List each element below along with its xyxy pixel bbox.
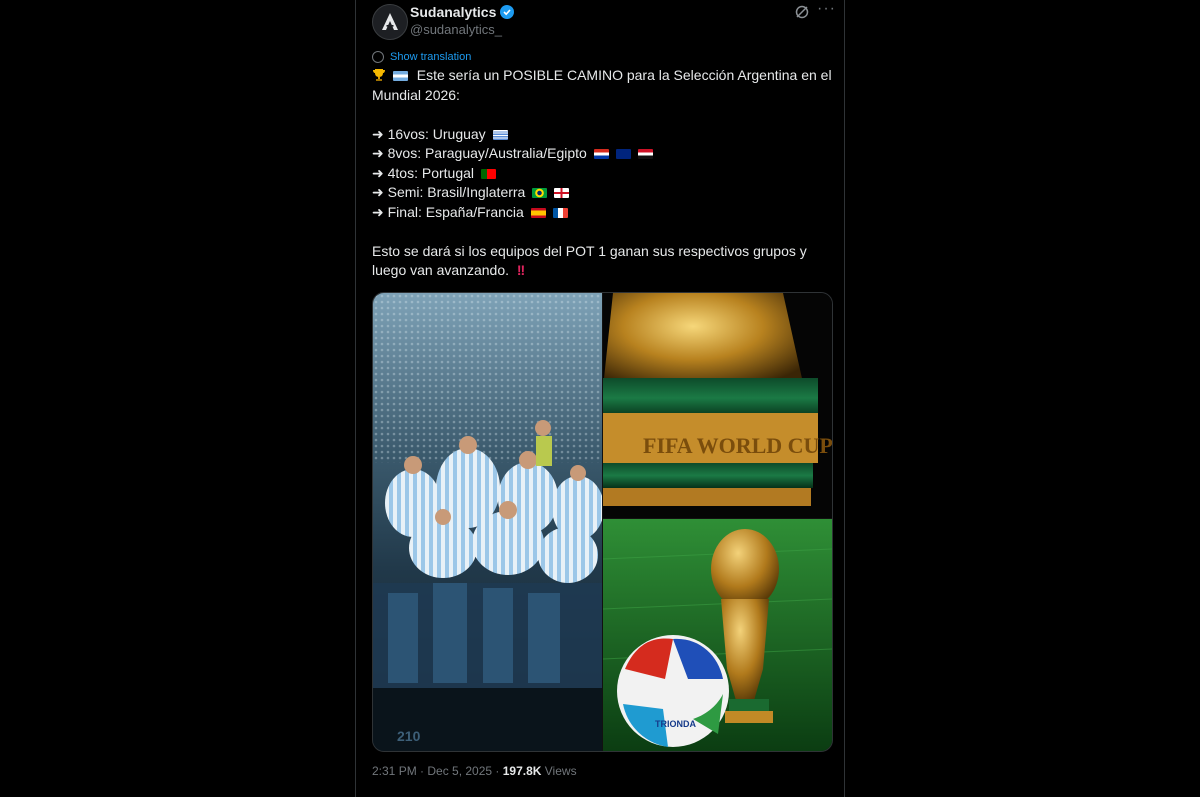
tweet-line: ➜ 8vos: Paraguay/Australia/Egipto — [372, 144, 827, 164]
flag-france-icon — [552, 207, 568, 218]
tweet-media-grid[interactable]: 210 FIFA WORLD CUP TRIONDA — [372, 292, 833, 752]
flag-paraguay-icon — [593, 149, 609, 159]
argentina-team-celebration-image[interactable]: 210 — [373, 293, 602, 751]
tweet-line-text: Esto se dará si los equipos del POT 1 ga… — [372, 242, 807, 259]
tweet-line-text: ➜ 4tos: Portugal — [372, 164, 475, 181]
tweet-line-text: Este sería un POSIBLE CAMINO para la Sel… — [416, 67, 832, 83]
tweet-line: Mundial 2026: — [372, 86, 827, 106]
world-cup-trophy-closeup-image[interactable]: FIFA WORLD CUP — [603, 293, 832, 518]
grok-icon[interactable] — [794, 4, 810, 20]
trophy-and-ball-on-grass-image[interactable]: TRIONDA — [603, 519, 832, 751]
tweet-line: luego van avanzando. !! — [372, 261, 827, 281]
double-exclamation-icon: !! — [516, 262, 525, 278]
author-handle[interactable]: @sudanalytics_ — [410, 22, 502, 37]
trophy-icon — [373, 69, 385, 81]
tweet-line-text: luego van avanzando. — [372, 262, 509, 278]
tweet-meta: 2:31 PM · Dec 5, 2025 · 197.8K Views — [372, 764, 577, 778]
avatar[interactable] — [372, 4, 408, 40]
flag-australia-icon — [615, 149, 631, 159]
author-name[interactable]: Sudanalytics — [410, 4, 515, 20]
flag-england-icon — [554, 188, 570, 198]
flag-argentina-icon — [392, 71, 408, 81]
tweet-line-text: ➜ 16vos: Uruguay — [372, 125, 486, 142]
tweet-line-text: ➜ 8vos: Paraguay/Australia/Egipto — [372, 145, 587, 161]
verified-badge-icon — [500, 5, 515, 19]
views-label: Views — [541, 764, 577, 778]
sudanalytics-logo-icon — [382, 13, 398, 30]
tweet-line: Este sería un POSIBLE CAMINO para la Sel… — [372, 66, 832, 86]
tweet-line-text: ➜ Final: España/Francia — [372, 203, 524, 220]
globe-icon — [372, 51, 384, 63]
flag-portugal-icon — [480, 168, 496, 179]
tweet-line — [372, 222, 827, 242]
views-count[interactable]: 197.8K — [503, 764, 542, 778]
flag-uruguay-icon — [492, 129, 508, 140]
flag-egypt-icon — [637, 149, 653, 159]
tweet-line: ➜ 16vos: Uruguay — [372, 125, 827, 145]
tweet-line: Esto se dará si los equipos del POT 1 ga… — [372, 242, 827, 262]
flag-spain-icon — [530, 207, 546, 218]
author-name-text[interactable]: Sudanalytics — [410, 4, 496, 20]
tweet-text: Este sería un POSIBLE CAMINO para la Sel… — [372, 66, 832, 281]
tweet-line: ➜ Semi: Brasil/Inglaterra — [372, 183, 827, 203]
tweet-line — [372, 105, 827, 125]
more-icon[interactable]: ··· — [817, 0, 836, 18]
show-translation-link[interactable]: Show translation — [372, 51, 471, 63]
tweet-line: ➜ Final: España/Francia — [372, 203, 827, 223]
shirt-number-text: 210 — [397, 728, 421, 744]
ball-brand-text: TRIONDA — [655, 719, 696, 729]
tweet-line-text: ➜ Semi: Brasil/Inglaterra — [372, 184, 526, 200]
flag-brazil-icon — [532, 188, 548, 198]
trophy-engraving-text: FIFA WORLD CUP — [643, 433, 832, 458]
tweet-timestamp[interactable]: 2:31 PM · Dec 5, 2025 · — [372, 764, 503, 778]
show-translation-label[interactable]: Show translation — [390, 51, 471, 63]
tweet-card: Sudanalytics @sudanalytics_ ··· Show tra… — [355, 0, 845, 797]
tweet-line-text: Mundial 2026: — [372, 86, 460, 103]
tweet-line: ➜ 4tos: Portugal — [372, 164, 827, 184]
